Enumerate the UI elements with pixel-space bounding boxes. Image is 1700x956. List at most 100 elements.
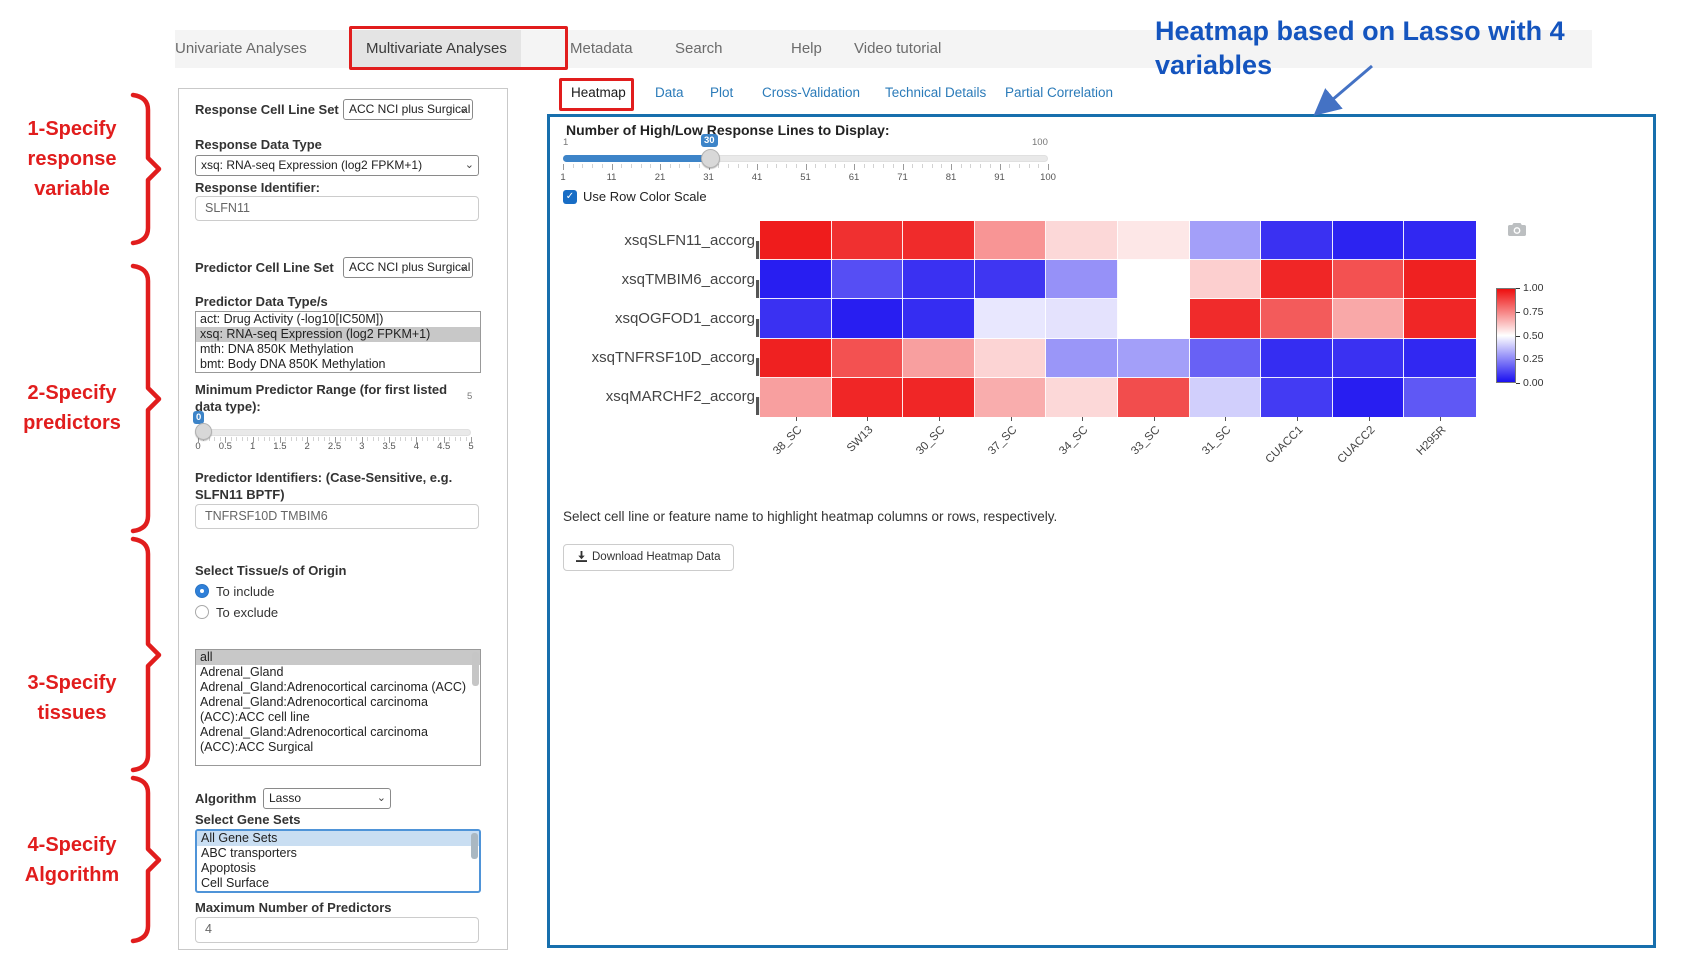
minor-tick (220, 437, 221, 441)
minor-tick (990, 164, 991, 168)
minor-tick (679, 164, 680, 168)
predictor-cell-line-set-select[interactable]: ACC NCI plus Surgical⌄ (343, 257, 473, 278)
predictor-data-types-label: Predictor Data Type/s (195, 293, 328, 310)
list-option-all[interactable]: all (196, 650, 480, 665)
heatmap-column-label-cuacc2[interactable]: CUACC2 (1312, 424, 1378, 490)
nav-item-video-tutorial[interactable]: Video tutorial (854, 30, 941, 68)
nav-item-metadata[interactable]: Metadata (570, 30, 633, 68)
heatmap-row-label-xsqtmbim6-accorg[interactable]: xsqTMBIM6_accorg (550, 271, 755, 289)
heatmap-hint-text: Select cell line or feature name to high… (563, 509, 1057, 524)
predictor-identifiers-label: Predictor Identifiers: (Case-Sensitive, … (195, 469, 473, 503)
heatmap-row-label-xsqmarchf2-accorg[interactable]: xsqMARCHF2_accorg (550, 388, 755, 406)
heatmap-cell-xsqMARCHF2_accorg-H295R (1404, 378, 1476, 417)
colorbar-tick (1516, 383, 1520, 384)
heatmap-cell-xsqSLFN11_accorg-31_SC (1190, 221, 1262, 260)
list-option-act-drug-activity-log10-ic50m[interactable]: act: Drug Activity (-log10[IC50M]) (196, 312, 480, 327)
download-heatmap-data-button[interactable]: Download Heatmap Data (563, 544, 734, 571)
camera-icon[interactable] (1508, 223, 1526, 241)
tissue-include-radio[interactable] (195, 584, 209, 598)
step-annotation-2: 2-Specify predictors (8, 378, 136, 438)
colorbar-tick (1516, 312, 1520, 313)
tissue-exclude-label[interactable]: To exclude (216, 605, 278, 620)
tissue-exclude-radio[interactable] (195, 605, 209, 619)
minor-tick (844, 164, 845, 168)
minor-tick (302, 437, 303, 441)
predictor-identifiers-input[interactable]: TNFRSF10D TMBIM6 (195, 504, 479, 529)
list-option-apoptosis[interactable]: Apoptosis (197, 861, 479, 876)
predictor-data-types-listbox[interactable]: act: Drug Activity (-log10[IC50M])xsq: R… (195, 311, 481, 373)
list-option-adrenal-gland-adrenocortical-carcinoma-acc-acc-surgical[interactable]: Adrenal_Gland:Adrenocortical carcinoma (… (196, 725, 480, 755)
range-slider-track[interactable] (195, 429, 471, 436)
tab-technical-details[interactable]: Technical Details (885, 84, 986, 102)
step-annotation-3: 3-Specify tissues (8, 668, 136, 728)
predictor-cell-line-set-label: Predictor Cell Line Set (195, 259, 334, 276)
heatmap-row-label-xsqogfod1-accorg[interactable]: xsqOGFOD1_accorg (550, 310, 755, 328)
minor-tick (1029, 164, 1030, 168)
minor-tick (362, 437, 363, 443)
list-option-cell-surface[interactable]: Cell Surface (197, 876, 479, 891)
tab-heatmap[interactable]: Heatmap (571, 84, 626, 102)
nav-item-search[interactable]: Search (675, 30, 723, 68)
colorbar-label-1.00: 1.00 (1523, 283, 1543, 294)
list-option-xsq-rna-seq-expression-log2-fpkm-1[interactable]: xsq: RNA-seq Expression (log2 FPKM+1) (196, 327, 480, 342)
heatmap-cell-xsqTNFRSF10D_accorg-37_SC (975, 339, 1047, 378)
minor-tick (825, 164, 826, 168)
list-option-bmt-body-dna-850k-methylation[interactable]: bmt: Body DNA 850K Methylation (196, 357, 480, 372)
heatmap-column-label-31-sc[interactable]: 31_SC (1169, 424, 1235, 490)
heatmap-row-label-xsqslfn11-accorg[interactable]: xsqSLFN11_accorg (550, 232, 755, 250)
heatmap-column-label-30-sc[interactable]: 30_SC (882, 424, 948, 490)
tab-data[interactable]: Data (655, 84, 684, 102)
heatmap-column-label-33-sc[interactable]: 33_SC (1097, 424, 1163, 490)
minor-tick (592, 164, 593, 168)
minor-tick (776, 164, 777, 168)
tab-cross-validation[interactable]: Cross-Validation (762, 84, 860, 102)
heatmap-column-label-38-sc[interactable]: 38_SC (739, 424, 805, 490)
list-option-all-gene-sets[interactable]: All Gene Sets (197, 831, 479, 846)
heatmap-cell-xsqSLFN11_accorg-CUACC2 (1333, 221, 1405, 260)
range-slider-handle[interactable] (195, 423, 212, 440)
slider-tick-81: 81 (936, 172, 966, 183)
minor-tick (367, 437, 368, 441)
minor-tick (573, 164, 574, 168)
list-option-adrenal-gland[interactable]: Adrenal_Gland (196, 665, 480, 680)
algorithm-select[interactable]: Lasso⌄ (263, 788, 391, 809)
slider-tick-21: 21 (645, 172, 675, 183)
nav-item-multivariate-analyses[interactable]: Multivariate Analyses (352, 30, 521, 68)
column-tick (1297, 417, 1298, 421)
scrollbar-thumb[interactable] (471, 833, 478, 859)
row-color-scale-label[interactable]: Use Row Color Scale (583, 189, 707, 204)
list-option-mth-dna-850k-methylation[interactable]: mth: DNA 850K Methylation (196, 342, 480, 357)
scrollbar-thumb[interactable] (472, 652, 479, 686)
minor-tick (384, 437, 385, 441)
response-cell-line-set-select[interactable]: ACC NCI plus Surgical⌄ (343, 99, 473, 120)
minor-tick (373, 437, 374, 441)
tab-plot[interactable]: Plot (710, 84, 733, 102)
heatmap-row-label-xsqtnfrsf10d-accorg[interactable]: xsqTNFRSF10D_accorg (550, 349, 755, 367)
max-predictors-input[interactable]: 4 (195, 917, 479, 943)
response-data-type-select[interactable]: xsq: RNA-seq Expression (log2 FPKM+1)⌄ (195, 155, 479, 176)
minor-tick (864, 164, 865, 168)
lines-slider-handle[interactable] (701, 149, 720, 168)
minor-tick (612, 164, 613, 170)
tab-partial-correlation[interactable]: Partial Correlation (1005, 84, 1113, 102)
heatmap-column-label-37-sc[interactable]: 37_SC (954, 424, 1020, 490)
slider-tick-31: 31 (694, 172, 724, 183)
tissue-include-label[interactable]: To include (216, 584, 275, 599)
response-identifier-input[interactable]: SLFN11 (195, 196, 479, 221)
row-color-scale-checkbox[interactable]: ✓ (563, 190, 577, 204)
heatmap-column-label-34-sc[interactable]: 34_SC (1026, 424, 1092, 490)
list-option-abc-transporters[interactable]: ABC transporters (197, 846, 479, 861)
nav-item-help[interactable]: Help (791, 30, 822, 68)
minor-tick (883, 164, 884, 168)
nav-item-univariate-analyses[interactable]: Univariate Analyses (175, 30, 307, 68)
heatmap-column-label-h295r[interactable]: H295R (1384, 424, 1450, 490)
minor-tick (961, 164, 962, 168)
heatmap-cell-xsqOGFOD1_accorg-CUACC1 (1261, 299, 1333, 338)
list-option-adrenal-gland-adrenocortical-carcinoma-acc[interactable]: Adrenal_Gland:Adrenocortical carcinoma (… (196, 680, 480, 695)
heatmap-column-label-sw13[interactable]: SW13 (811, 424, 877, 490)
list-option-adrenal-gland-adrenocortical-carcinoma-acc-acc-cell-line[interactable]: Adrenal_Gland:Adrenocortical carcinoma (… (196, 695, 480, 725)
tissue-listbox[interactable]: allAdrenal_GlandAdrenal_Gland:Adrenocort… (195, 649, 481, 766)
gene-sets-listbox[interactable]: All Gene SetsABC transportersApoptosisCe… (195, 829, 481, 893)
chevron-down-icon: ⌄ (465, 156, 474, 175)
heatmap-column-label-cuacc1[interactable]: CUACC1 (1240, 424, 1306, 490)
